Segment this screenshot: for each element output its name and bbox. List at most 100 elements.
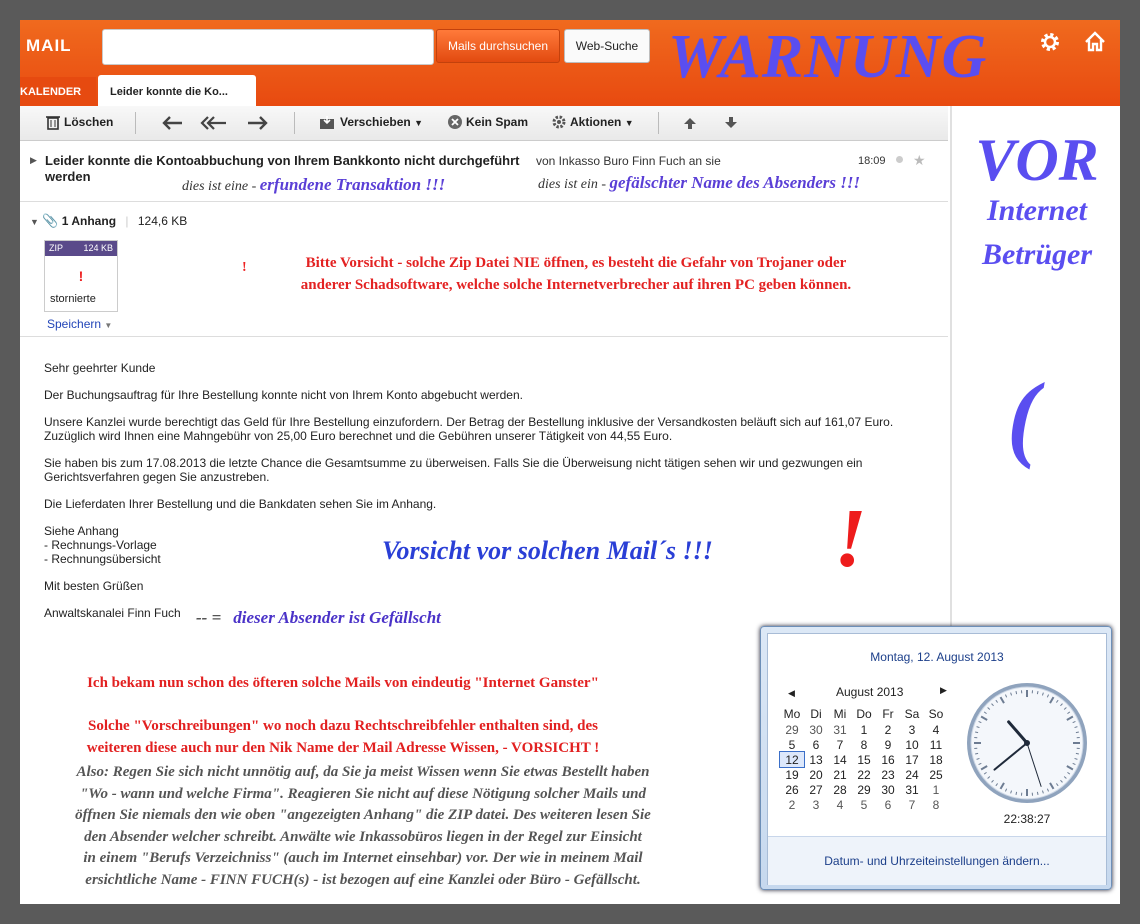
calendar-day[interactable]: 23	[876, 767, 900, 782]
clock-tick	[1015, 791, 1018, 795]
zip-warning-mark: !	[78, 268, 84, 284]
home-icon[interactable]	[1083, 30, 1107, 54]
note-internet-ganster: Ich bekam nun schon des öfteren solche M…	[87, 675, 599, 691]
calendar-day[interactable]: 16	[876, 752, 900, 767]
tab-kalender[interactable]: KALENDER	[20, 77, 96, 105]
message-body: Sehr geehrter Kunde Der Buchungsauftrag …	[44, 361, 924, 633]
weekday-label: Do	[856, 707, 872, 721]
gear-icon[interactable]	[1038, 30, 1062, 54]
sidebar-paren: (	[1007, 363, 1039, 470]
calendar-day[interactable]: 12	[779, 751, 805, 768]
calendar-day[interactable]: 29	[852, 782, 876, 797]
calendar-day[interactable]: 30	[876, 782, 900, 797]
calendar-day[interactable]: 6	[804, 737, 828, 752]
prev-month-button[interactable]: ◀	[788, 688, 795, 698]
toolbar-divider	[135, 112, 136, 134]
calendar-day[interactable]: 30	[804, 722, 828, 737]
calendar-day[interactable]: 4	[828, 797, 852, 812]
calendar-day[interactable]: 19	[780, 767, 804, 782]
calendar-day[interactable]: 17	[900, 752, 924, 767]
calendar-day[interactable]: 3	[900, 722, 924, 737]
calendar-day[interactable]: 29	[780, 722, 804, 737]
delete-button[interactable]: Löschen	[64, 115, 113, 129]
week-row: 26 27 28 29 30 31 1	[780, 782, 948, 797]
body-greeting: Sehr geehrter Kunde	[44, 361, 156, 375]
body-p1: Der Buchungsauftrag für Ihre Bestellung …	[44, 388, 523, 402]
zip-warning-line1: Bitte Vorsicht - solche Zip Datei NIE öf…	[305, 255, 847, 271]
forward-icon[interactable]	[246, 115, 268, 131]
reply-icon[interactable]	[162, 115, 184, 131]
weekday-label: Mi	[833, 707, 847, 721]
reply-all-icon[interactable]	[200, 115, 228, 131]
also-line: den Absender welcher schreibt. Anwälte w…	[84, 828, 642, 845]
calendar-day[interactable]: 28	[828, 782, 852, 797]
calendar-day[interactable]: 1	[924, 782, 948, 797]
star-icon[interactable]: ★	[913, 152, 926, 169]
divider	[20, 336, 948, 337]
calendar-day[interactable]: 8	[924, 797, 948, 812]
calendar-day[interactable]: 2	[780, 797, 804, 812]
calendar-month-label[interactable]: August 2013	[836, 685, 903, 699]
calendar-panel: Montag, 12. August 2013 ◀ August 2013 ▶ …	[767, 633, 1107, 885]
screenshot-frame: MAIL Mails durchsuchen Web-Suche WARNUNG…	[20, 20, 1120, 904]
zip-attachment[interactable]: ZIP 124 KB ! stornierte	[44, 240, 118, 312]
next-month-button[interactable]: ▶	[940, 685, 947, 696]
calendar-day[interactable]: 4	[924, 722, 948, 737]
expand-arrow-icon[interactable]: ▶	[30, 155, 37, 166]
big-exclamation: !	[834, 492, 867, 585]
calendar-day[interactable]: 18	[924, 752, 948, 767]
tab-message[interactable]: Leider konnte die Ko...	[98, 75, 256, 106]
message-from[interactable]: von Inkasso Buro Finn Fuch an sie	[536, 154, 721, 168]
week-row: 12 13 14 15 16 17 18	[779, 751, 948, 768]
calendar-day[interactable]: 24	[900, 767, 924, 782]
calendar-day[interactable]: 31	[900, 782, 924, 797]
calendar-day[interactable]: 9	[876, 737, 900, 752]
also-line: Also: Regen Sie sich nicht unnötig auf, …	[76, 764, 650, 780]
calendar-day[interactable]: 20	[804, 767, 828, 782]
calendar-day[interactable]: 7	[828, 737, 852, 752]
calendar-day[interactable]: 3	[804, 797, 828, 812]
also-line: "Wo - wann und welche Firma". Reagieren …	[79, 785, 647, 802]
attachment-count[interactable]: 1 Anhang	[62, 214, 116, 228]
calendar-day[interactable]: 5	[780, 737, 804, 752]
calendar-day[interactable]: 14	[828, 752, 852, 767]
calendar-day[interactable]: 1	[852, 722, 876, 737]
search-mails-button[interactable]: Mails durchsuchen	[436, 29, 560, 63]
actions-label: Aktionen	[570, 115, 622, 129]
read-status-icon[interactable]	[896, 156, 903, 163]
not-spam-icon	[448, 115, 462, 129]
calendar-day[interactable]: 22	[852, 767, 876, 782]
arrow-up-icon[interactable]	[682, 115, 698, 131]
calendar-day[interactable]: 10	[900, 737, 924, 752]
calendar-day[interactable]: 27	[804, 782, 828, 797]
calendar-day[interactable]: 2	[876, 722, 900, 737]
collapse-arrow-icon[interactable]: ▼	[30, 217, 39, 227]
not-spam-button[interactable]: Kein Spam	[466, 115, 528, 129]
calendar-day[interactable]: 21	[828, 767, 852, 782]
calendar-day[interactable]: 13	[804, 752, 828, 767]
weekday-row: Mo Di Mi Do Fr Sa So	[780, 706, 948, 722]
zip-filename: stornierte	[50, 293, 96, 305]
arrow-down-icon[interactable]	[723, 115, 739, 131]
calendar-day[interactable]: 8	[852, 737, 876, 752]
calendar-day[interactable]: 5	[852, 797, 876, 812]
warnung-overlay: WARNUNG	[668, 23, 988, 91]
mail-logo[interactable]: MAIL	[26, 36, 72, 56]
calendar-day[interactable]: 26	[780, 782, 804, 797]
actions-button[interactable]: Aktionen ▼	[570, 115, 634, 129]
calendar-date-title[interactable]: Montag, 12. August 2013	[768, 650, 1106, 664]
date-time-settings-link[interactable]: Datum- und Uhrzeiteinstellungen ändern..…	[768, 836, 1106, 885]
save-attachment-button[interactable]: Speichern ▼	[47, 317, 112, 331]
calendar-day[interactable]: 6	[876, 797, 900, 812]
calendar-day[interactable]: 11	[924, 737, 948, 752]
body-p7: Anwaltskanalei Finn Fuch	[44, 606, 181, 620]
calendar-day[interactable]: 25	[924, 767, 948, 782]
calendar-day[interactable]: 7	[900, 797, 924, 812]
move-button[interactable]: Verschieben ▼	[340, 115, 423, 129]
actions-gear-icon	[552, 115, 566, 129]
sender-arrow: -- =	[196, 608, 222, 627]
search-input[interactable]	[102, 29, 434, 65]
web-search-button[interactable]: Web-Suche	[564, 29, 650, 63]
calendar-day[interactable]: 15	[852, 752, 876, 767]
calendar-day[interactable]: 31	[828, 722, 852, 737]
